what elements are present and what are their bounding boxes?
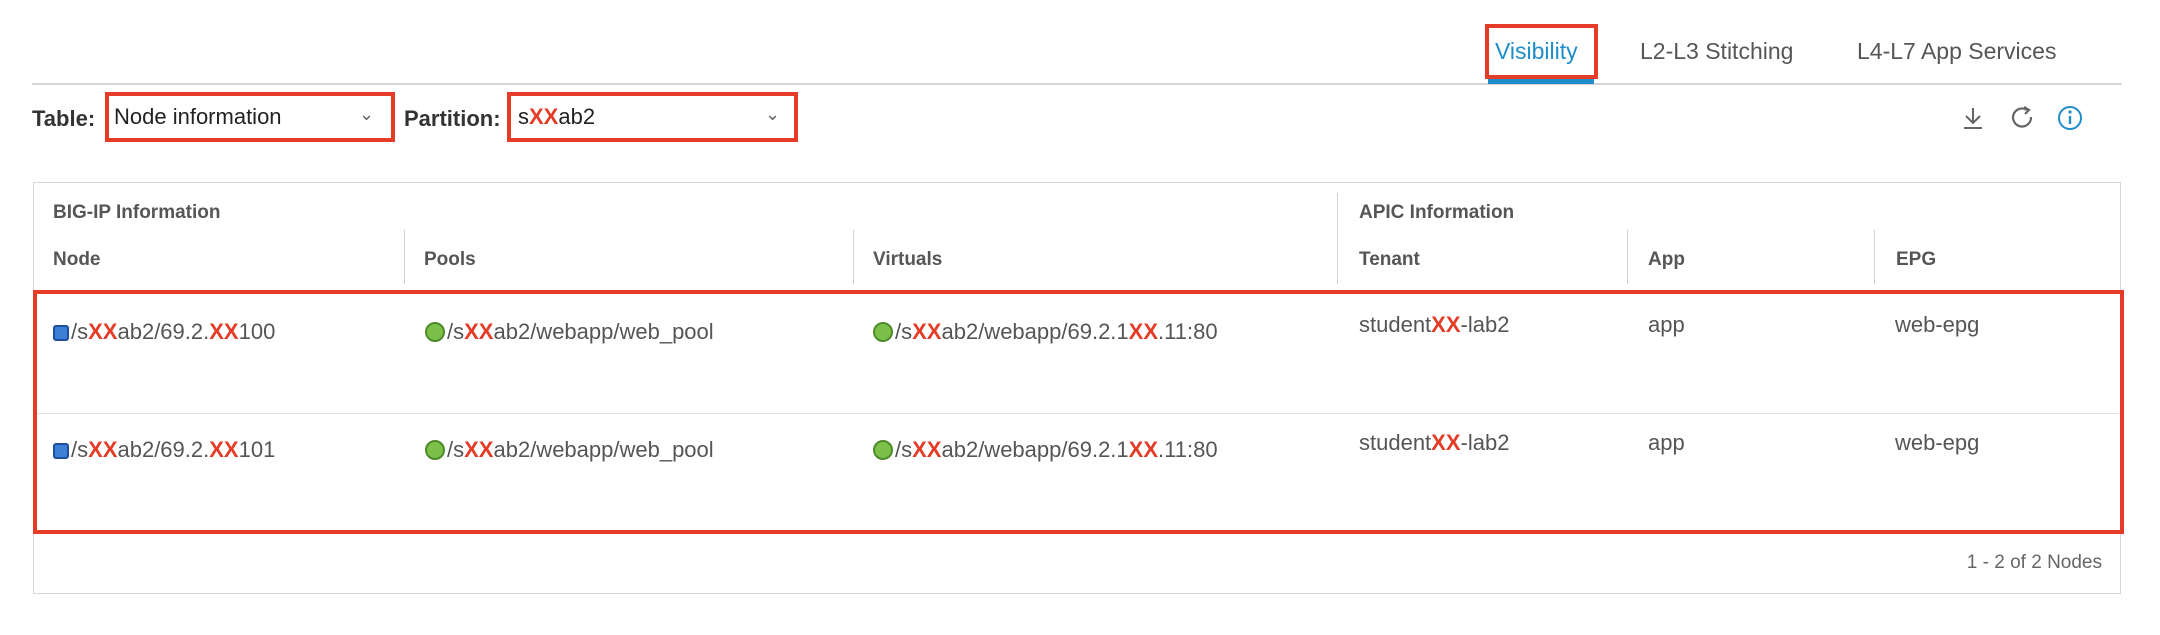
table-select-value: Node information — [114, 104, 282, 129]
group-divider — [1337, 193, 1338, 284]
tab-l2-l3-stitching[interactable]: L2-L3 Stitching — [1640, 38, 1793, 65]
table-row-2-epg: web-epg — [1895, 430, 1980, 455]
refresh-icon[interactable] — [2008, 104, 2036, 139]
column-header-tenant[interactable]: Tenant — [1359, 249, 1420, 271]
table-chevron-down-icon[interactable]: ⌄ — [359, 104, 374, 125]
pagination-footer: 1 - 2 of 2 Nodes — [1966, 552, 2102, 573]
node-icon — [53, 443, 69, 459]
table-row-2-virtual[interactable]: /sXXab2/webapp/69.2.1XX.11:80 — [873, 437, 1218, 463]
table-row-1-virtual[interactable]: /sXXab2/webapp/69.2.1XX.11:80 — [873, 319, 1218, 345]
row-divider — [36, 532, 2119, 533]
table-row-1-app: app — [1648, 312, 1685, 337]
column-divider — [404, 230, 405, 284]
partition-label: Partition: — [404, 106, 501, 131]
table-row-2-pool[interactable]: /sXXab2/webapp/web_pool — [425, 437, 714, 463]
column-header-epg[interactable]: EPG — [1896, 249, 1936, 271]
column-header-pools[interactable]: Pools — [424, 249, 476, 271]
virtual-status-icon — [873, 322, 893, 342]
table-row-1-epg: web-epg — [1895, 312, 1980, 337]
column-header-app[interactable]: App — [1648, 249, 1685, 271]
virtual-status-icon — [873, 440, 893, 460]
node-icon — [53, 325, 69, 341]
active-tab-indicator — [1488, 79, 1594, 84]
tab-l4-l7-app-services[interactable]: L4-L7 App Services — [1857, 38, 2056, 65]
table-row-2-app: app — [1648, 430, 1685, 455]
pool-status-icon — [425, 440, 445, 460]
table-label: Table: — [32, 106, 96, 131]
partition-select[interactable]: sXXab2 — [518, 104, 786, 134]
table-row-2-tenant: studentXX-lab2 — [1359, 430, 1510, 455]
bigip-information-header: BIG-IP Information — [53, 202, 221, 223]
column-divider — [853, 230, 854, 284]
table-select[interactable]: Node information — [114, 104, 382, 134]
column-header-node[interactable]: Node — [53, 249, 101, 271]
column-divider — [1874, 230, 1875, 284]
info-icon[interactable] — [2056, 104, 2084, 139]
tab-visibility[interactable]: Visibility — [1495, 38, 1578, 65]
table-row-2-node[interactable]: /sXXab2/69.2.XX101 — [53, 437, 275, 463]
apic-information-header: APIC Information — [1359, 202, 1515, 223]
table-row-1-node[interactable]: /sXXab2/69.2.XX100 — [53, 319, 275, 345]
row-divider — [36, 413, 2119, 414]
table-row-1-tenant: studentXX-lab2 — [1359, 312, 1510, 337]
column-divider — [1627, 230, 1628, 284]
pool-status-icon — [425, 322, 445, 342]
download-icon[interactable] — [1960, 104, 1986, 139]
partition-chevron-down-icon[interactable]: ⌄ — [765, 104, 780, 125]
tab-divider — [32, 83, 2122, 85]
table-row-1-pool[interactable]: /sXXab2/webapp/web_pool — [425, 319, 714, 345]
column-header-virtuals[interactable]: Virtuals — [873, 249, 942, 271]
partition-select-value: sXXab2 — [518, 104, 596, 129]
